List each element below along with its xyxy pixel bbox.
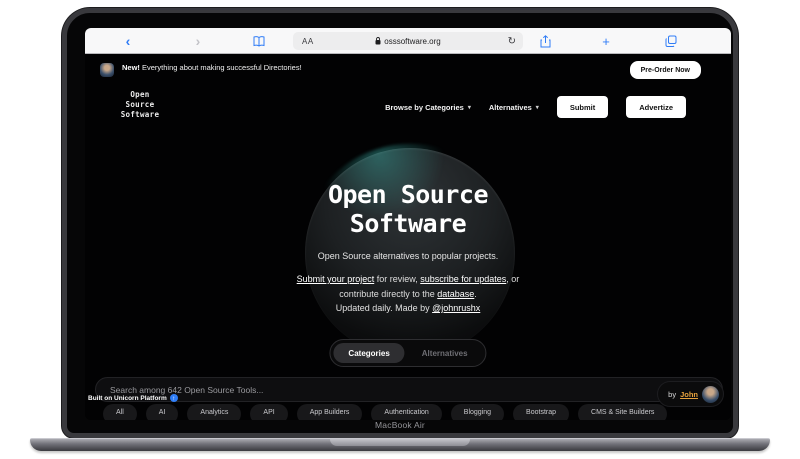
author-name-link[interactable]: John: [680, 390, 698, 399]
category-pill[interactable]: Authentication: [371, 404, 442, 420]
nav-menu: Browse by Categories ▾ Alternatives ▾ Su…: [385, 96, 686, 118]
announcement-text: New! Everything about making successful …: [122, 63, 302, 72]
bookmarks-button[interactable]: [251, 28, 267, 54]
category-pill[interactable]: API: [250, 404, 288, 420]
submit-project-link[interactable]: Submit your project: [297, 274, 375, 284]
category-pill[interactable]: Blogging: [450, 404, 505, 420]
category-pills-row: All AI Analytics API App Builders Authenticat…: [103, 404, 668, 420]
hero-title-line: Software: [349, 209, 467, 238]
tabs-overview-button[interactable]: [663, 28, 679, 54]
built-prefix: Built on: [88, 394, 114, 402]
lock-icon: [375, 37, 381, 45]
advertize-button[interactable]: Advertize: [626, 96, 686, 118]
forward-button[interactable]: ›: [191, 28, 205, 54]
built-platform-name: Unicorn Platform: [114, 394, 167, 402]
view-toggle: Categories Alternatives: [329, 339, 487, 367]
category-pill[interactable]: Bootstrap: [513, 404, 570, 420]
category-pill[interactable]: CMS & Site Builders: [578, 404, 668, 420]
hero-title: Open Source Software: [85, 180, 731, 238]
reload-button[interactable]: ↻: [508, 32, 516, 50]
url-text: osssoftware.org: [293, 32, 523, 50]
device-name-label: MacBook Air: [375, 420, 425, 430]
chevron-down-icon: ▾: [467, 104, 471, 111]
site-logo[interactable]: Open Source Software: [108, 90, 172, 120]
database-link[interactable]: database: [437, 289, 474, 299]
updated-prefix: Updated daily. Made by: [335, 303, 433, 313]
book-icon: [253, 35, 265, 47]
share-icon: [540, 34, 550, 47]
by-label: by: [668, 389, 677, 399]
hero-updated-text: Updated daily. Made by @johnrushx: [85, 303, 731, 313]
back-icon: ‹: [125, 33, 131, 49]
browser-toolbar: ‹ › AA osssoftware.org ↻ +: [85, 28, 731, 54]
tabs-icon: [665, 35, 677, 47]
cta-text: contribute directly to the: [339, 289, 438, 299]
hero-tagline: Open Source alternatives to popular proj…: [317, 251, 499, 261]
cta-text: for review,: [374, 274, 421, 284]
macbook-frame: ‹ › AA osssoftware.org ↻ + New! Everythi…: [62, 8, 738, 438]
announcement-badge: New!: [122, 63, 140, 72]
tab-categories[interactable]: Categories: [333, 343, 405, 363]
new-tab-button[interactable]: +: [599, 28, 613, 54]
cta-text: , or: [506, 274, 520, 284]
author-link[interactable]: @johnrushx: [432, 303, 480, 313]
announcement-message: Everything about making successful Direc…: [139, 63, 302, 72]
plus-icon: +: [602, 33, 610, 49]
unicorn-platform-icon: ↑: [169, 394, 178, 402]
macbook-base: [30, 438, 770, 451]
logo-line: Open: [130, 90, 150, 99]
author-badge[interactable]: by John: [658, 382, 723, 406]
search-input[interactable]: [95, 377, 723, 402]
announcement-bar: New! Everything about making successful …: [85, 56, 731, 84]
nav-alternatives[interactable]: Alternatives ▾: [489, 103, 539, 112]
nav-alternatives-label: Alternatives: [488, 102, 532, 112]
screenshot-stage: ‹ › AA osssoftware.org ↻ + New! Everythi…: [0, 0, 800, 459]
share-button[interactable]: [537, 28, 553, 54]
hero-title-line: Open Source: [327, 180, 489, 209]
hero-cta-text: Submit your project for review, subscrib…: [258, 272, 558, 302]
nav-browse-categories[interactable]: Browse by Categories ▾: [385, 103, 471, 112]
unicorn-platform-badge[interactable]: Built on Unicorn Platform ↑: [88, 394, 178, 402]
url-domain: osssoftware.org: [384, 36, 441, 46]
subscribe-link[interactable]: subscribe for updates: [420, 274, 506, 284]
tab-alternatives[interactable]: Alternatives: [407, 343, 483, 363]
browser-window: ‹ › AA osssoftware.org ↻ + New! Everythi…: [85, 28, 731, 420]
category-pill[interactable]: All: [103, 404, 137, 420]
macbook-lid-notch: [330, 439, 470, 446]
category-pill[interactable]: Analytics: [187, 404, 242, 420]
nav-browse-label: Browse by Categories: [385, 102, 464, 112]
logo-line: Software: [120, 110, 160, 119]
back-button[interactable]: ‹: [121, 28, 135, 54]
category-pill[interactable]: AI: [145, 404, 179, 420]
announcement-avatar: [100, 63, 114, 77]
address-bar[interactable]: AA osssoftware.org ↻: [293, 32, 523, 50]
preorder-button[interactable]: Pre-Order Now: [629, 61, 701, 79]
submit-button[interactable]: Submit: [556, 96, 609, 118]
forward-icon: ›: [195, 33, 201, 49]
logo-line: Source: [125, 100, 155, 109]
author-avatar: [702, 385, 719, 403]
built-on-text: Built on Unicorn Platform: [88, 395, 167, 402]
chevron-down-icon: ▾: [535, 104, 539, 111]
cta-text: .: [474, 289, 477, 299]
category-pill[interactable]: App Builders: [296, 404, 363, 420]
site-content: New! Everything about making successful …: [85, 54, 731, 420]
